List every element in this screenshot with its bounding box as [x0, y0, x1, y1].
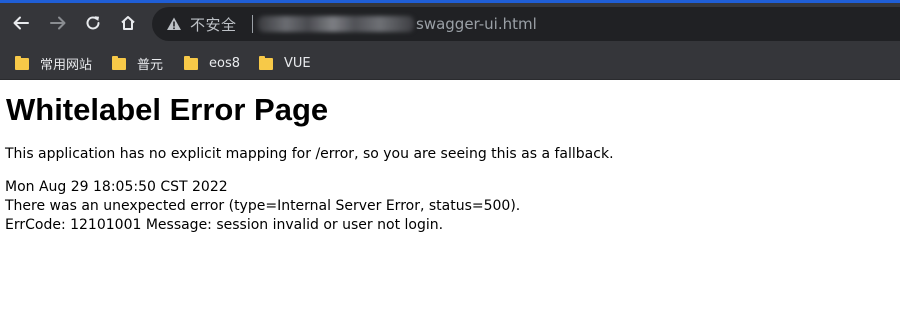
home-icon — [121, 16, 135, 30]
forward-button[interactable] — [48, 13, 68, 33]
home-button[interactable] — [118, 13, 138, 33]
folder-icon — [15, 56, 29, 70]
arrow-right-icon — [50, 16, 66, 30]
reload-button[interactable] — [83, 13, 103, 33]
folder-icon — [112, 56, 126, 70]
timestamp-text: Mon Aug 29 18:05:50 CST 2022 — [5, 179, 228, 195]
bookmarks-bar: 常用网站 普元 eos8 VUE — [0, 46, 900, 80]
address-separator — [252, 15, 253, 33]
bookmark-folder-vue[interactable]: VUE — [259, 53, 311, 73]
back-button[interactable] — [11, 13, 31, 33]
reload-icon — [86, 16, 100, 30]
toolbar-accent-bar — [0, 0, 900, 3]
url-text[interactable]: swagger-ui.html — [416, 15, 537, 33]
error-message-text: ErrCode: 12101001 Message: session inval… — [5, 217, 444, 233]
error-detail-text: There was an unexpected error (type=Inte… — [5, 198, 521, 214]
bookmark-label: eos8 — [209, 55, 240, 71]
bookmark-label: 常用网站 — [40, 57, 93, 73]
bookmark-label: 普元 — [137, 57, 164, 73]
arrow-left-icon — [13, 16, 29, 30]
security-status-label[interactable]: 不安全 — [190, 14, 237, 35]
bookmark-folder-puyuan[interactable]: 普元 — [112, 53, 163, 73]
folder-icon — [259, 56, 273, 70]
bookmark-folder-changyong[interactable]: 常用网站 — [15, 53, 92, 73]
intro-text: This application has no explicit mapping… — [5, 146, 614, 162]
address-bar[interactable]: 不安全 swagger-ui.html — [152, 7, 900, 41]
bookmark-folder-eos8[interactable]: eos8 — [184, 53, 240, 73]
redacted-url-host — [258, 16, 414, 32]
page-content: Whitelabel Error Page This application h… — [0, 80, 900, 331]
warning-triangle-icon[interactable] — [166, 16, 182, 32]
folder-icon — [184, 56, 198, 70]
page-title: Whitelabel Error Page — [6, 92, 329, 127]
bookmark-label: VUE — [284, 55, 311, 71]
browser-toolbar: 不安全 swagger-ui.html — [0, 0, 900, 46]
